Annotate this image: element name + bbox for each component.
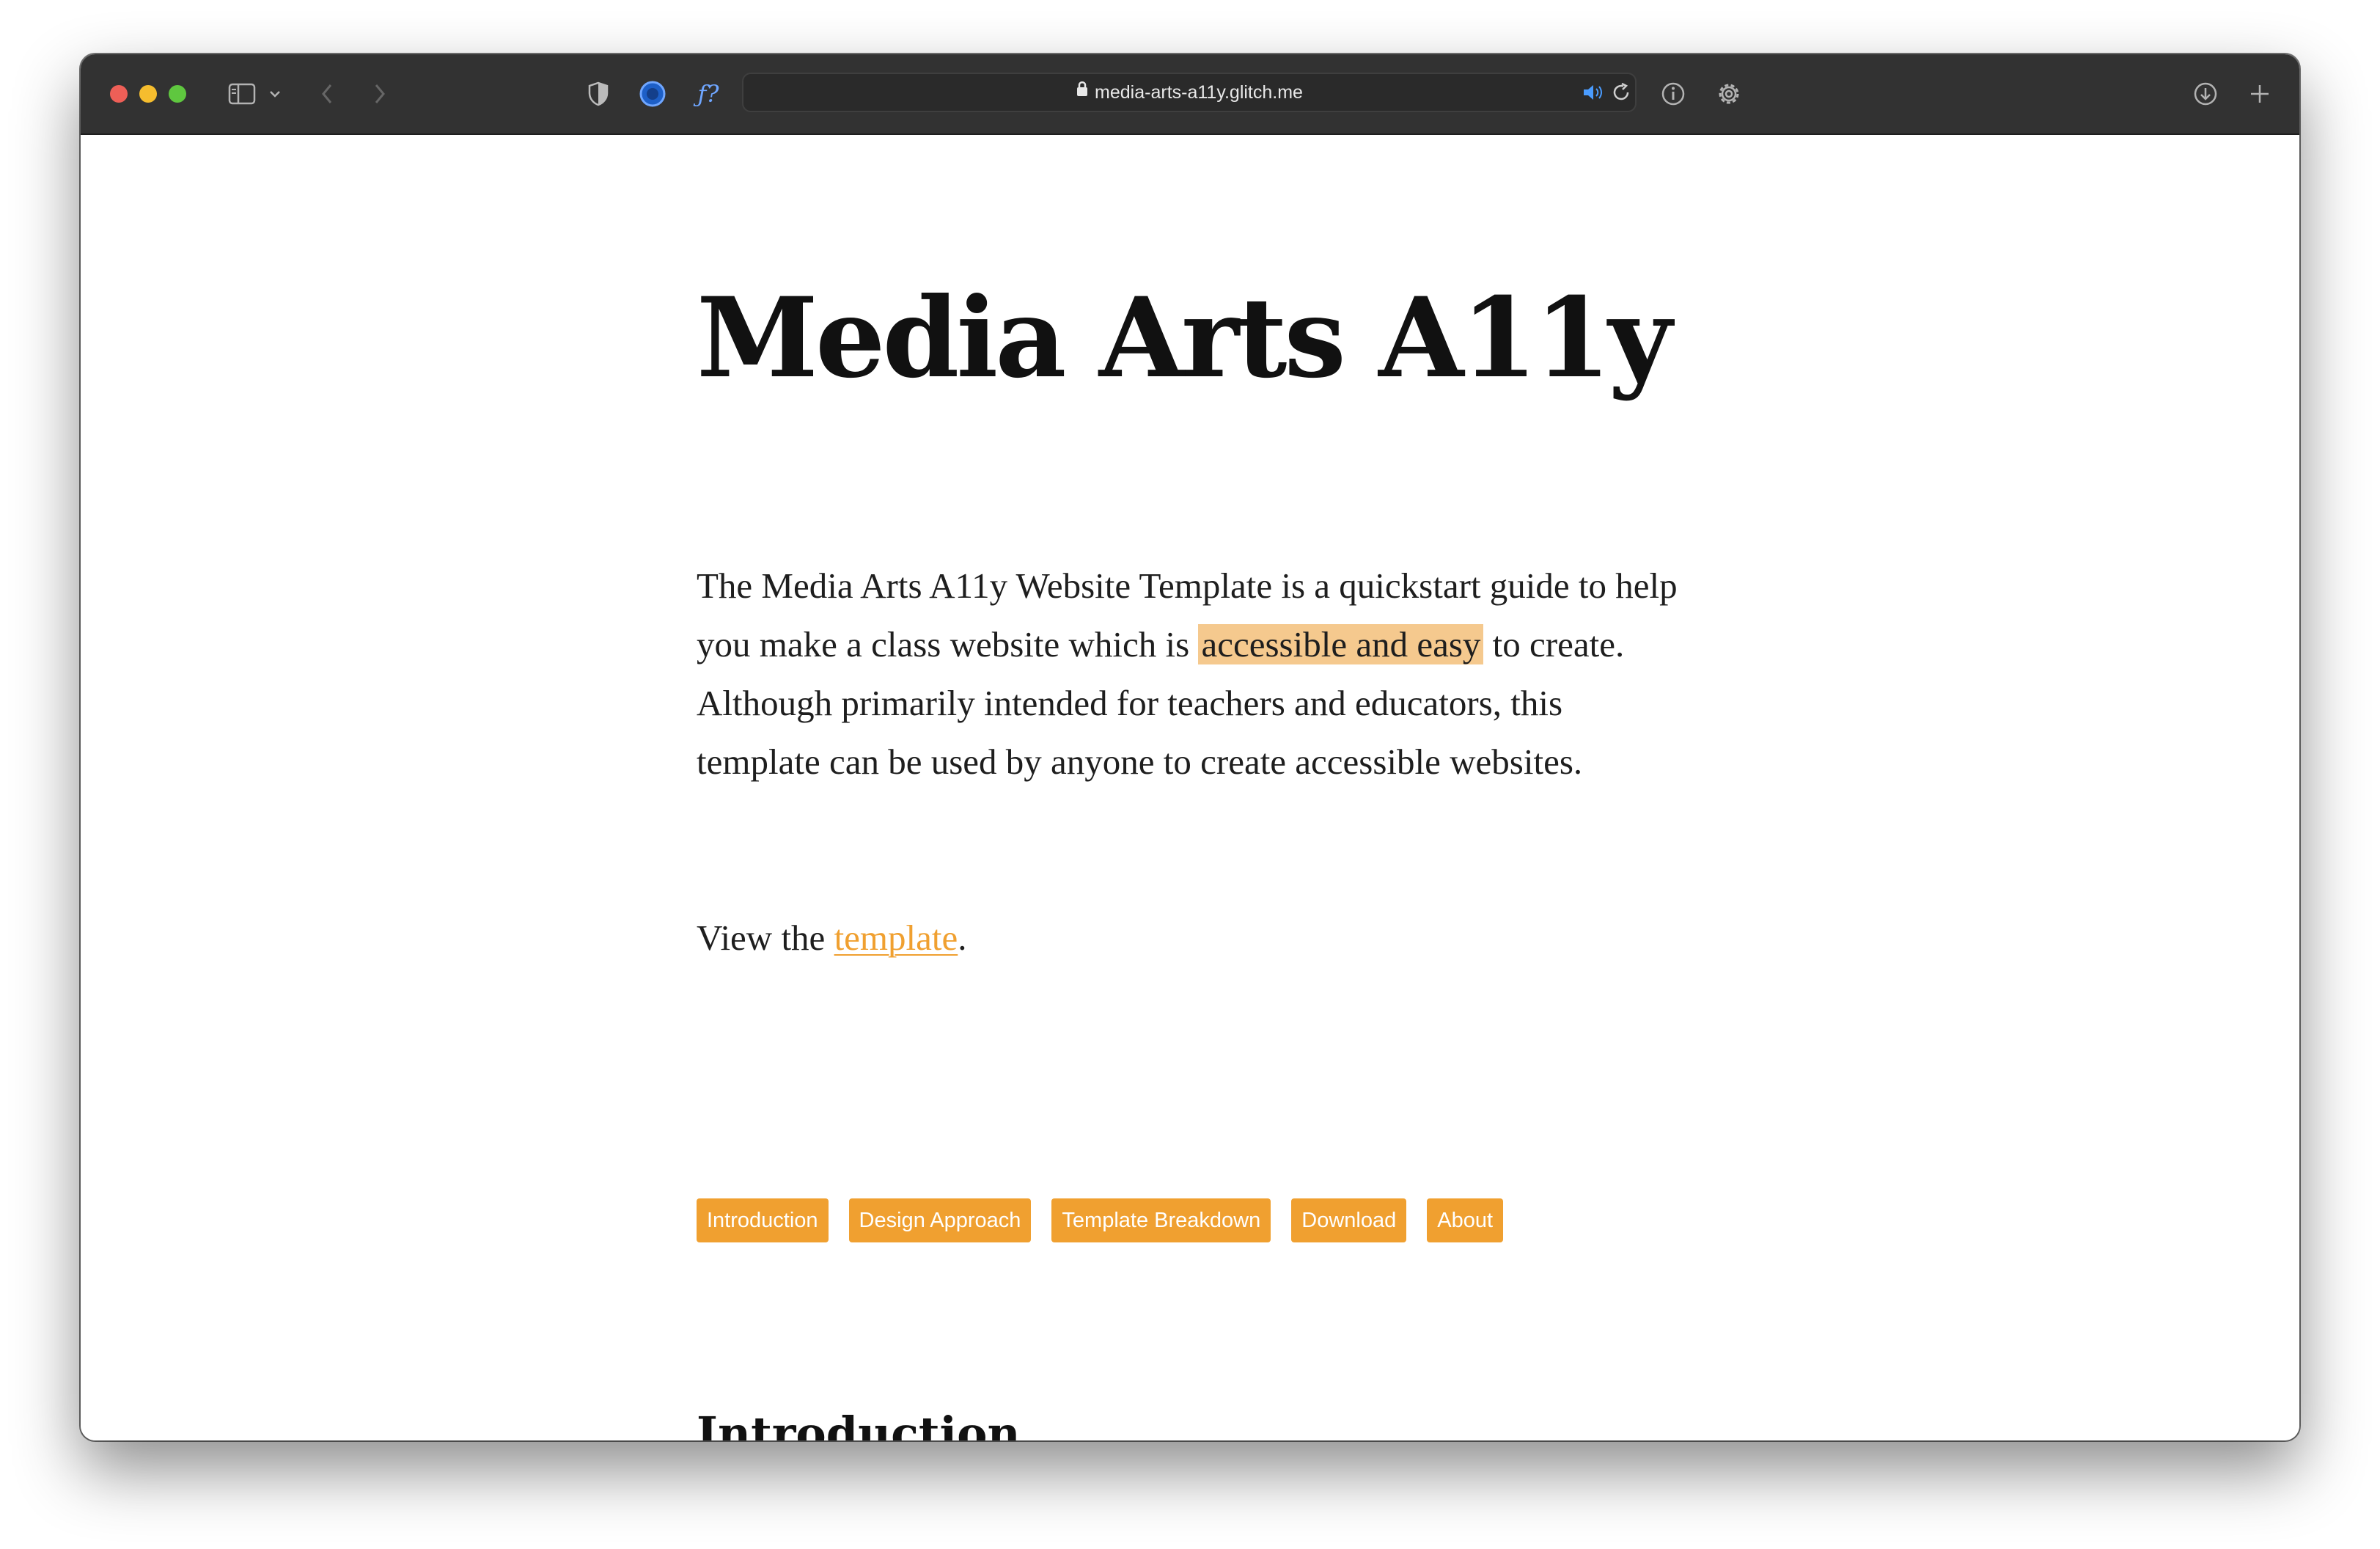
lock-icon bbox=[1076, 73, 1089, 110]
browser-window: ƒ? media-arts-a11y.glitch.me Media Arts … bbox=[81, 54, 2299, 1440]
template-link[interactable]: template bbox=[834, 918, 958, 958]
intro-paragraph: The Media Arts A11y Website Template is … bbox=[697, 557, 1682, 791]
highlighted-text: accessible and easy bbox=[1198, 624, 1484, 664]
section-nav: Introduction Design Approach Template Br… bbox=[697, 1198, 1504, 1242]
shield-icon[interactable] bbox=[584, 75, 613, 113]
toolbar: ƒ? media-arts-a11y.glitch.me bbox=[81, 54, 2299, 135]
close-window-button[interactable] bbox=[110, 85, 128, 103]
page-title: Media Arts A11y bbox=[697, 274, 1672, 403]
page-content: Media Arts A11y The Media Arts A11y Webs… bbox=[81, 135, 2299, 1440]
view-template-line: View the template. bbox=[697, 909, 967, 967]
plus-icon[interactable] bbox=[2244, 75, 2276, 113]
nav-template-breakdown-button[interactable]: Template Breakdown bbox=[1051, 1198, 1271, 1242]
back-icon[interactable] bbox=[312, 75, 342, 113]
zoom-window-button[interactable] bbox=[169, 85, 186, 103]
nav-introduction-button[interactable]: Introduction bbox=[697, 1198, 829, 1242]
reload-icon[interactable] bbox=[1609, 74, 1635, 111]
chevron-down-icon[interactable] bbox=[264, 75, 286, 113]
sidebar-icon[interactable] bbox=[224, 75, 260, 113]
nav-download-button[interactable]: Download bbox=[1291, 1198, 1407, 1242]
minimize-window-button[interactable] bbox=[139, 85, 157, 103]
function-icon[interactable]: ƒ? bbox=[692, 75, 724, 113]
nav-about-button[interactable]: About bbox=[1427, 1198, 1504, 1242]
speaker-icon[interactable] bbox=[1579, 74, 1606, 111]
nav-design-approach-button[interactable]: Design Approach bbox=[848, 1198, 1032, 1242]
section-heading: Introduction bbox=[697, 1407, 1021, 1441]
info-icon[interactable] bbox=[1657, 75, 1689, 113]
forward-icon[interactable] bbox=[365, 75, 394, 113]
extension-icon[interactable] bbox=[636, 75, 669, 113]
view-prefix: View the bbox=[697, 918, 834, 958]
view-suffix: . bbox=[958, 918, 967, 958]
gear-icon[interactable] bbox=[1713, 75, 1745, 113]
url-text: media-arts-a11y.glitch.me bbox=[1095, 82, 1303, 103]
address-bar[interactable]: media-arts-a11y.glitch.me bbox=[742, 73, 1637, 112]
download-icon[interactable] bbox=[2189, 75, 2222, 113]
